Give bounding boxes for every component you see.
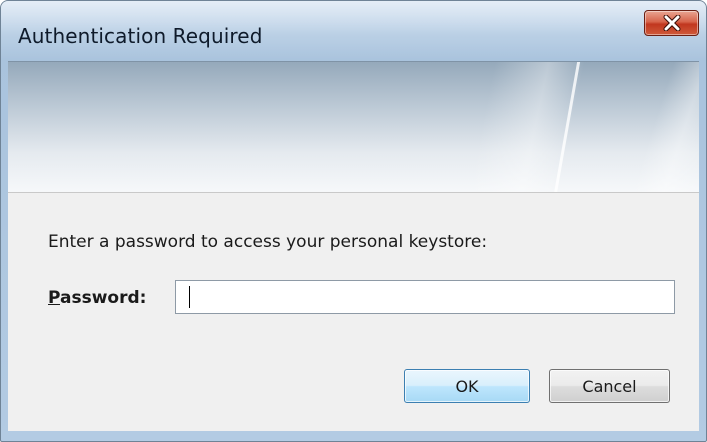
password-label-mnemonic: P	[48, 288, 61, 308]
ok-button[interactable]: OK	[404, 369, 530, 403]
cancel-button[interactable]: Cancel	[549, 369, 670, 403]
text-caret	[189, 286, 190, 308]
banner-highlight	[618, 62, 699, 192]
dialog-content: Enter a password to access your personal…	[8, 192, 699, 431]
password-label-text: assword:	[60, 288, 147, 308]
title-bar[interactable]: Authentication Required	[1, 1, 706, 61]
prompt-text: Enter a password to access your personal…	[48, 232, 488, 252]
banner-highlight	[456, 62, 590, 192]
close-button[interactable]	[644, 10, 699, 36]
password-label: Password:	[48, 288, 146, 308]
header-banner	[8, 61, 699, 192]
close-icon	[645, 11, 698, 35]
password-input[interactable]	[175, 280, 675, 314]
dialog-title: Authentication Required	[18, 24, 263, 48]
authentication-dialog: Authentication Required Enter a password…	[0, 0, 707, 442]
